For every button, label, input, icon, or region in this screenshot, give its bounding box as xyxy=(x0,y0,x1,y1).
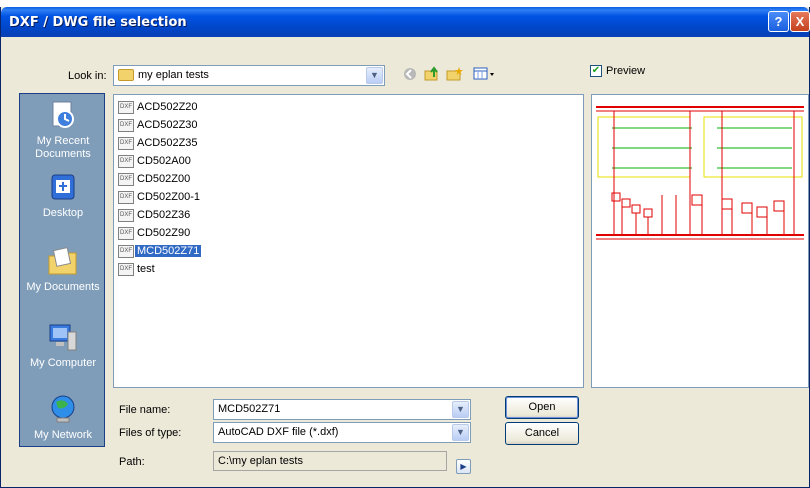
file-name: ACD502Z20 xyxy=(137,101,198,113)
dialog-title: DXF / DWG file selection xyxy=(9,15,187,30)
back-icon[interactable] xyxy=(401,66,419,84)
place-label: My Network xyxy=(33,429,93,441)
place-label: My Recent Documents xyxy=(35,135,91,160)
file-name: CD502Z00-1 xyxy=(137,191,200,203)
place-my-computer[interactable]: My Computer xyxy=(20,322,106,370)
my-computer-icon xyxy=(46,322,80,354)
dxf-file-icon: DXF xyxy=(118,118,134,132)
chevron-down-icon[interactable]: ▼ xyxy=(452,401,469,418)
dxf-file-icon: DXF xyxy=(118,154,134,168)
view-menu-icon[interactable] xyxy=(473,66,497,84)
file-name: CD502A00 xyxy=(137,155,191,167)
place-label: My Computer xyxy=(29,357,97,369)
preview-pane xyxy=(591,94,809,388)
file-name: ACD502Z35 xyxy=(137,137,198,149)
file-name: CD502Z00 xyxy=(137,173,191,185)
chevron-down-icon[interactable]: ▼ xyxy=(452,424,469,441)
dxf-file-icon: DXF xyxy=(118,262,134,276)
filetype-label: Files of type: xyxy=(119,427,182,439)
lookin-label: Look in: xyxy=(68,70,107,82)
drawing-preview xyxy=(596,106,804,240)
dialog-window: DXF / DWG file selection ? X Look in: my… xyxy=(0,7,810,488)
file-list[interactable]: DXF ACD502Z20 DXF ACD502Z30 DXF ACD502Z35 D… xyxy=(113,94,584,388)
my-documents-icon xyxy=(46,246,80,278)
dxf-file-icon: DXF xyxy=(118,172,134,186)
file-item[interactable]: DXF CD502A00 xyxy=(118,153,193,169)
dxf-file-icon: DXF xyxy=(118,136,134,150)
desktop-icon xyxy=(46,172,80,204)
file-item[interactable]: DXF ACD502Z35 xyxy=(118,135,200,151)
file-item-selected[interactable]: DXF MCD502Z71 xyxy=(118,243,202,259)
filetype-combo[interactable]: AutoCAD DXF file (*.dxf) ▼ xyxy=(213,422,471,443)
help-button[interactable]: ? xyxy=(768,11,789,32)
file-item[interactable]: DXF CD502Z00-1 xyxy=(118,189,202,205)
file-item[interactable]: DXF CD502Z00 xyxy=(118,171,192,187)
path-label: Path: xyxy=(119,456,145,468)
dxf-file-icon: DXF xyxy=(118,226,134,240)
close-button[interactable]: X xyxy=(790,11,810,32)
place-recent-documents[interactable]: My Recent Documents xyxy=(20,100,106,161)
folder-icon xyxy=(118,69,134,82)
dxf-file-icon: DXF xyxy=(118,190,134,204)
cancel-button[interactable]: Cancel xyxy=(505,422,579,445)
preview-label: Preview xyxy=(606,65,646,77)
recent-documents-icon xyxy=(46,100,80,132)
path-value: C:\my eplan tests xyxy=(218,455,303,467)
place-label: My Documents xyxy=(26,281,100,293)
up-folder-icon[interactable] xyxy=(423,66,441,84)
place-my-documents[interactable]: My Documents xyxy=(20,246,106,294)
file-name: test xyxy=(137,263,155,275)
play-icon[interactable]: ▶ xyxy=(456,459,471,474)
file-item[interactable]: DXF ACD502Z20 xyxy=(118,99,200,115)
file-item[interactable]: DXF CD502Z90 xyxy=(118,225,192,241)
lookin-combo[interactable]: my eplan tests ▼ xyxy=(113,65,385,86)
place-label: Desktop xyxy=(42,207,84,219)
place-my-network[interactable]: My Network xyxy=(20,394,106,442)
lookin-text: my eplan tests xyxy=(138,69,209,81)
filetype-value: AutoCAD DXF file (*.dxf) xyxy=(218,426,339,438)
filename-label: File name: xyxy=(119,404,171,416)
file-item[interactable]: DXF ACD502Z30 xyxy=(118,117,200,133)
preview-checkbox[interactable]: ✔ xyxy=(590,65,602,77)
dxf-file-icon: DXF xyxy=(118,244,134,258)
file-name: CD502Z90 xyxy=(137,227,191,239)
title-bar[interactable]: DXF / DWG file selection ? X xyxy=(1,7,810,37)
new-folder-icon[interactable] xyxy=(446,66,464,84)
places-bar: My Recent Documents Desktop My Documents… xyxy=(19,93,105,447)
file-item[interactable]: DXF test xyxy=(118,261,157,277)
place-desktop[interactable]: Desktop xyxy=(20,172,106,220)
file-item[interactable]: DXF CD502Z36 xyxy=(118,207,192,223)
file-name: CD502Z36 xyxy=(137,209,191,221)
dxf-file-icon: DXF xyxy=(118,100,134,114)
filename-combo[interactable]: MCD502Z71 ▼ xyxy=(213,399,471,420)
path-field: C:\my eplan tests xyxy=(213,451,447,471)
file-name: MCD502Z71 xyxy=(135,245,202,257)
dxf-file-icon: DXF xyxy=(118,208,134,222)
file-name: ACD502Z30 xyxy=(137,119,198,131)
chevron-down-icon[interactable]: ▼ xyxy=(366,67,383,84)
open-button[interactable]: Open xyxy=(505,396,579,419)
filename-value: MCD502Z71 xyxy=(218,403,281,415)
my-network-icon xyxy=(46,394,80,426)
lookin-value: my eplan tests xyxy=(118,69,209,82)
